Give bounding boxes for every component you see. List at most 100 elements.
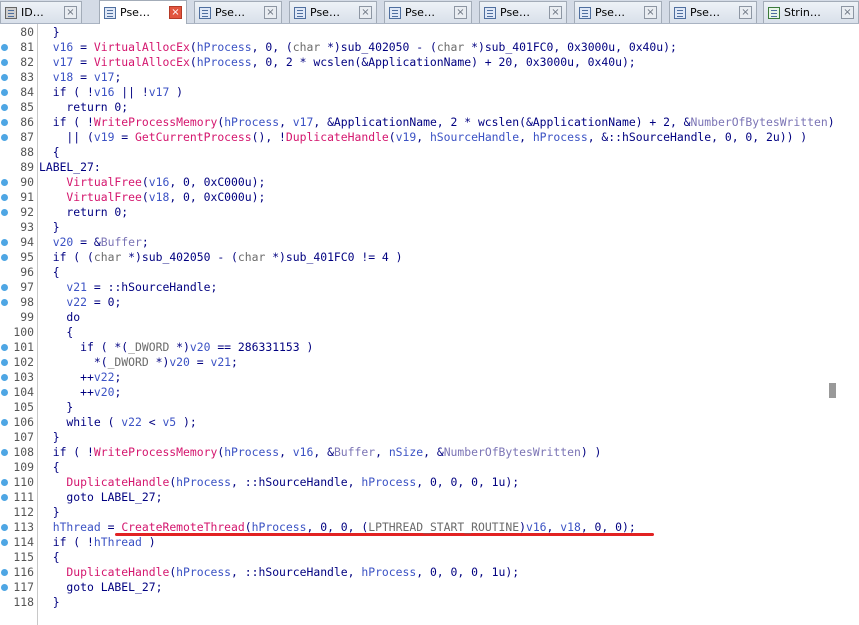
code-line[interactable]: 113 hThread = CreateRemoteThread(hProces…: [0, 520, 859, 535]
code-line[interactable]: 85 return 0;: [0, 100, 859, 115]
code-line[interactable]: 91 VirtualFree(v18, 0, 0xC000u);: [0, 190, 859, 205]
code-line[interactable]: 108 if ( !WriteProcessMemory(hProcess, v…: [0, 445, 859, 460]
code-line[interactable]: 102 *(_DWORD *)v20 = v21;: [0, 355, 859, 370]
code-line[interactable]: 95 if ( (char *)sub_402050 - (char *)sub…: [0, 250, 859, 265]
line-number: 81: [20, 40, 34, 54]
close-icon[interactable]: ×: [169, 6, 182, 19]
code-token: =: [189, 355, 211, 369]
code-token: , 0, 0);: [580, 520, 636, 534]
code-text: do: [39, 310, 80, 325]
code-token: goto LABEL_27;: [39, 580, 163, 594]
close-icon[interactable]: ×: [841, 6, 854, 19]
tab-4[interactable]: Pse… ×: [384, 1, 472, 23]
code-line[interactable]: 101 if ( *(_DWORD *)v20 == 286331153 ): [0, 340, 859, 355]
close-icon[interactable]: ×: [739, 6, 752, 19]
close-icon[interactable]: ×: [454, 6, 467, 19]
code-line[interactable]: 94 v20 = &Buffer;: [0, 235, 859, 250]
code-line[interactable]: 106 while ( v22 < v5 );: [0, 415, 859, 430]
tab-8[interactable]: Strin… ×: [763, 1, 859, 23]
code-token: ;: [114, 385, 122, 399]
code-line[interactable]: 86 if ( !WriteProcessMemory(hProcess, v1…: [0, 115, 859, 130]
code-line[interactable]: 80 }: [0, 25, 859, 40]
line-number: 92: [20, 205, 34, 219]
code-token: hProcess: [196, 40, 252, 54]
code-text: DuplicateHandle(hProcess, ::hSourceHandl…: [39, 565, 519, 580]
close-icon[interactable]: ×: [264, 6, 277, 19]
code-token: v16: [525, 520, 547, 534]
code-text: }: [39, 430, 60, 445]
code-token: = ::hSourceHandle;: [87, 280, 218, 294]
code-line[interactable]: 82 v17 = VirtualAllocEx(hProcess, 0, 2 *…: [0, 55, 859, 70]
code-line[interactable]: 111 goto LABEL_27;: [0, 490, 859, 505]
tab-5[interactable]: Pse… ×: [479, 1, 567, 23]
code-text: return 0;: [39, 205, 128, 220]
line-number: 103: [13, 370, 34, 384]
code-token: (), !: [251, 130, 286, 144]
code-line[interactable]: 84 if ( !v16 || !v17 ): [0, 85, 859, 100]
tab-7[interactable]: Pse… ×: [669, 1, 757, 23]
code-token: LABEL_27:: [39, 160, 101, 174]
code-line[interactable]: 104 ++v20;: [0, 385, 859, 400]
code-token: DuplicateHandle: [39, 565, 170, 579]
code-line[interactable]: 98 v22 = 0;: [0, 295, 859, 310]
code-token: VirtualAllocEx: [93, 55, 190, 69]
close-icon[interactable]: ×: [64, 6, 77, 19]
tab-3[interactable]: Pse… ×: [289, 1, 377, 23]
code-line[interactable]: 89 LABEL_27:: [0, 160, 859, 175]
code-token: }: [39, 595, 60, 609]
code-line[interactable]: 116 DuplicateHandle(hProcess, ::hSourceH…: [0, 565, 859, 580]
code-line[interactable]: 87 || (v19 = GetCurrentProcess(), !Dupli…: [0, 130, 859, 145]
code-token: v16: [93, 85, 115, 99]
code-token: , 0, 0, 0, 1u);: [416, 565, 520, 579]
pseudocode-editor[interactable]: 80 } 81 v16 = VirtualAllocEx(hProcess, 0,…: [0, 24, 859, 625]
code-line[interactable]: 100 {: [0, 325, 859, 340]
tab-label: Pse…: [595, 6, 625, 19]
code-line[interactable]: 107 }: [0, 430, 859, 445]
code-token: v19: [395, 130, 417, 144]
code-token: *): [169, 340, 190, 354]
code-token: ;: [114, 370, 122, 384]
code-line[interactable]: 118 }: [0, 595, 859, 610]
tab-1[interactable]: Pse… ×: [99, 0, 187, 24]
code-line[interactable]: 112 }: [0, 505, 859, 520]
code-text: v18 = v17;: [39, 70, 122, 85]
code-line[interactable]: 92 return 0;: [0, 205, 859, 220]
code-token: , ::hSourceHandle,: [231, 565, 362, 579]
code-line[interactable]: 83 v18 = v17;: [0, 70, 859, 85]
code-token: hProcess: [224, 445, 280, 459]
code-line[interactable]: 88 {: [0, 145, 859, 160]
tab-label: Pse…: [215, 6, 245, 19]
line-number: 116: [13, 565, 34, 579]
code-line[interactable]: 93 }: [0, 220, 859, 235]
code-line[interactable]: 99 do: [0, 310, 859, 325]
code-token: || !: [114, 85, 149, 99]
code-token: NumberOfBytesWritten: [443, 445, 581, 459]
code-line[interactable]: 109 {: [0, 460, 859, 475]
code-token: Buffer: [100, 235, 142, 249]
code-text: }: [39, 505, 60, 520]
code-line[interactable]: 97 v21 = ::hSourceHandle;: [0, 280, 859, 295]
code-line[interactable]: 117 goto LABEL_27;: [0, 580, 859, 595]
code-token: hProcess: [532, 130, 588, 144]
code-line[interactable]: 110 DuplicateHandle(hProcess, ::hSourceH…: [0, 475, 859, 490]
code-token: DuplicateHandle: [39, 475, 170, 489]
line-number: 109: [13, 460, 34, 474]
close-icon[interactable]: ×: [644, 6, 657, 19]
code-line[interactable]: 81 v16 = VirtualAllocEx(hProcess, 0, (ch…: [0, 40, 859, 55]
code-token: char: [436, 40, 465, 54]
tab-0[interactable]: ID… ×: [0, 1, 82, 23]
close-icon[interactable]: ×: [549, 6, 562, 19]
code-line[interactable]: 103 ++v22;: [0, 370, 859, 385]
code-line[interactable]: 105 }: [0, 400, 859, 415]
code-line[interactable]: 90 VirtualFree(v16, 0, 0xC000u);: [0, 175, 859, 190]
code-text: DuplicateHandle(hProcess, ::hSourceHandl…: [39, 475, 519, 490]
tab-2[interactable]: Pse… ×: [194, 1, 282, 23]
code-line[interactable]: 96 {: [0, 265, 859, 280]
close-icon[interactable]: ×: [359, 6, 372, 19]
code-line[interactable]: 115 {: [0, 550, 859, 565]
code-text: v20 = &Buffer;: [39, 235, 149, 250]
pseudocode-icon: [674, 6, 686, 19]
tab-6[interactable]: Pse… ×: [574, 1, 662, 23]
code-line[interactable]: 114 if ( !hThread ): [0, 535, 859, 550]
code-token: (: [189, 55, 197, 69]
